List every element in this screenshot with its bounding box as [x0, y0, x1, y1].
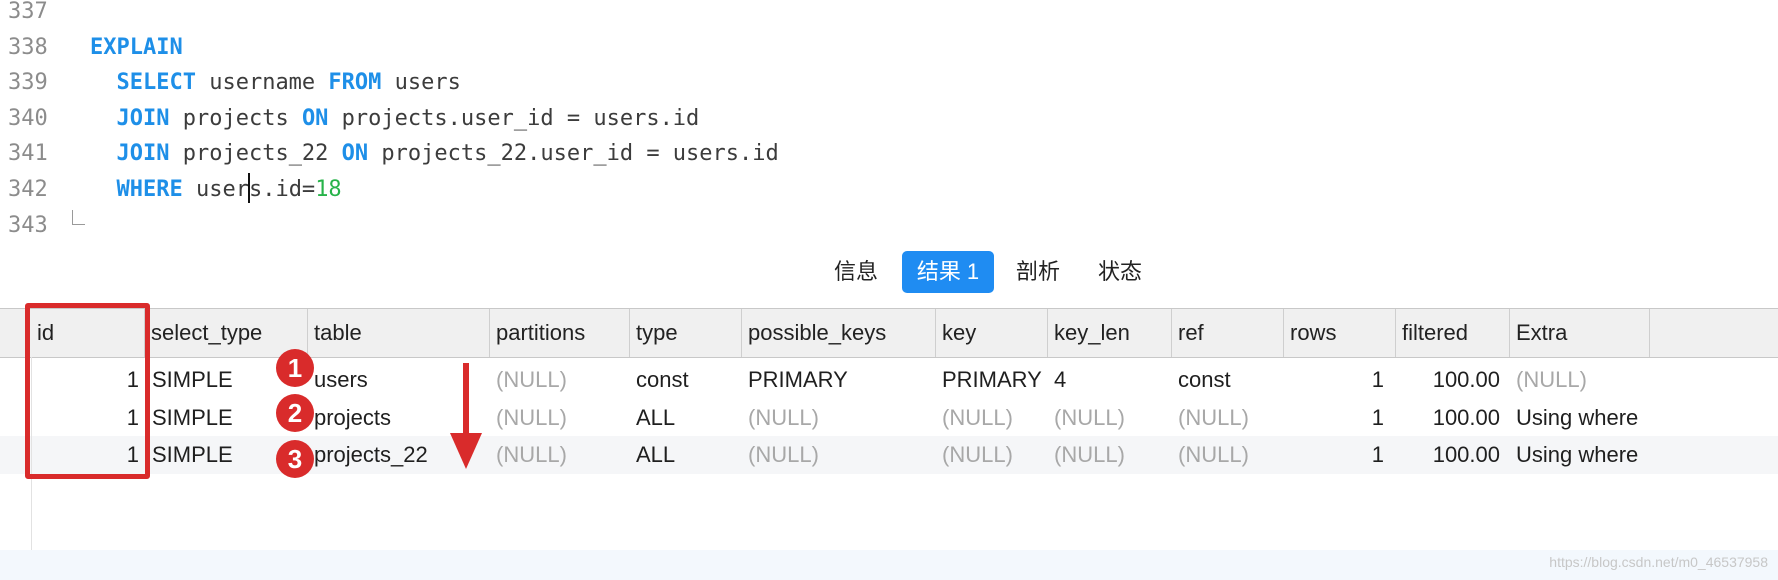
sql-text: projects_22.user_id = users.id — [368, 141, 779, 167]
code-line[interactable]: 342 WHERE users.id=18 — [0, 172, 1778, 208]
sql-keyword: WHERE — [90, 177, 183, 202]
sql-text: user — [182, 177, 249, 202]
down-arrow-icon — [450, 363, 482, 469]
cell-key[interactable]: PRIMARY — [942, 361, 1048, 399]
cell-filtered[interactable]: 100.00 — [1396, 436, 1500, 474]
column-header-rows[interactable]: rows — [1284, 309, 1396, 357]
line-number: 342 — [8, 177, 48, 202]
sql-text: users — [381, 70, 461, 96]
result-tabs: 信息 结果 1 剖析 状态 — [0, 239, 1778, 308]
table-row[interactable]: 1 SIMPLE projects (NULL) ALL (NULL) (NULL) (NUL… — [0, 399, 1778, 437]
sql-keyword: ON — [301, 105, 329, 131]
code-line[interactable]: 338 EXPLAIN — [0, 30, 1778, 66]
id-column-highlight — [25, 303, 150, 479]
column-header-key-len[interactable]: key_len — [1048, 309, 1172, 357]
code-line[interactable]: 340 JOIN projects ON projects.user_id = … — [0, 101, 1778, 137]
column-header-possible-keys[interactable]: possible_keys — [742, 309, 936, 357]
cell-type[interactable]: ALL — [636, 436, 742, 474]
code-text: EXPLAIN — [90, 30, 183, 66]
cell-partitions[interactable]: (NULL) — [496, 361, 630, 399]
code-line[interactable]: 339 SELECT username FROM users — [0, 65, 1778, 101]
annotation-badge-3: 3 — [276, 440, 314, 478]
fold-end-icon — [72, 210, 85, 225]
cell-possible-keys[interactable]: (NULL) — [748, 399, 936, 437]
annotation-badge-2: 2 — [276, 394, 314, 432]
column-header-key[interactable]: key — [936, 309, 1048, 357]
code-line[interactable]: 337 — [0, 0, 1778, 30]
cell-extra[interactable]: Using where — [1516, 399, 1756, 437]
cell-extra[interactable]: (NULL) — [1516, 361, 1756, 399]
cell-partitions[interactable]: (NULL) — [496, 436, 630, 474]
cell-possible-keys[interactable]: PRIMARY — [748, 361, 936, 399]
table-row[interactable]: 1 SIMPLE projects_22 (NULL) ALL (NULL) (NULL)(… — [0, 436, 1778, 474]
result-grid[interactable]: id select_type table partitions type possible… — [0, 308, 1778, 580]
column-header-table[interactable]: table — [308, 309, 490, 357]
cell-key-len[interactable]: (NULL) — [1054, 436, 1172, 474]
cell-type[interactable]: const — [636, 361, 742, 399]
sql-text: projects_22 — [169, 141, 342, 167]
empty-row — [0, 550, 1778, 580]
sql-keyword: SELECT — [90, 70, 196, 96]
sql-keyword: JOIN — [90, 141, 170, 167]
cell-partitions[interactable]: (NULL) — [496, 399, 630, 437]
cell-filtered[interactable]: 100.00 — [1396, 361, 1500, 399]
line-number: 338 — [8, 34, 48, 60]
cell-possible-keys[interactable]: (NULL) — [748, 436, 936, 474]
column-header-ref[interactable]: ref — [1172, 309, 1284, 357]
tab-status[interactable]: 状态 — [1088, 251, 1152, 293]
cell-extra[interactable]: Using where — [1516, 436, 1756, 474]
tab-info[interactable]: 信息 — [824, 251, 888, 293]
line-number: 340 — [8, 105, 48, 131]
sql-keyword: JOIN — [90, 105, 170, 131]
code-text: JOIN projects_22 ON projects_22.user_id … — [90, 136, 779, 172]
column-header-extra[interactable]: Extra — [1510, 309, 1650, 357]
line-number: 337 — [8, 0, 48, 24]
cell-key-len[interactable]: 4 — [1054, 361, 1172, 399]
column-header-select-type[interactable]: select_type — [145, 309, 308, 357]
table-row[interactable]: 1 SIMPLE users (NULL) const PRIMARY PRIMARY 4 co… — [0, 361, 1778, 399]
cell-key[interactable]: (NULL) — [942, 399, 1048, 437]
cell-rows[interactable]: 1 — [1284, 361, 1384, 399]
line-number: 339 — [8, 70, 48, 96]
annotation-badge-1: 1 — [276, 349, 314, 387]
cell-type[interactable]: ALL — [636, 399, 742, 437]
cell-rows[interactable]: 1 — [1284, 436, 1384, 474]
column-header-type[interactable]: type — [630, 309, 742, 357]
sql-text: projects.user_id = users.id — [328, 105, 700, 131]
tab-result-1[interactable]: 结果 1 — [902, 251, 994, 293]
cell-filtered[interactable]: 100.00 — [1396, 399, 1500, 437]
code-text: JOIN projects ON projects.user_id = user… — [90, 101, 699, 137]
sql-text: projects — [169, 105, 302, 131]
sql-text: username — [195, 70, 329, 96]
sql-keyword: ON — [341, 141, 369, 167]
sql-keyword: EXPLAIN — [90, 34, 183, 60]
code-line[interactable]: 341 JOIN projects_22 ON projects_22.user… — [0, 136, 1778, 172]
sql-number: 18 — [315, 177, 342, 202]
cell-key[interactable]: (NULL) — [942, 436, 1048, 474]
cell-key-len[interactable]: (NULL) — [1054, 399, 1172, 437]
watermark: https://blog.csdn.net/m0_46537958 — [1549, 554, 1768, 570]
column-header-partitions[interactable]: partitions — [490, 309, 630, 357]
cell-ref[interactable]: const — [1178, 361, 1284, 399]
code-text: SELECT username FROM users — [90, 65, 461, 101]
code-text: WHERE users.id=18 — [90, 172, 342, 208]
cell-ref[interactable]: (NULL) — [1178, 436, 1284, 474]
grid-header: id select_type table partitions type possible… — [0, 308, 1778, 358]
sql-text: s.id= — [248, 177, 316, 202]
tab-profile[interactable]: 剖析 — [1006, 251, 1070, 293]
sql-editor[interactable]: 337 338 EXPLAIN 339 SELECT username FROM us… — [0, 0, 1778, 240]
cell-ref[interactable]: (NULL) — [1178, 399, 1284, 437]
cell-rows[interactable]: 1 — [1284, 399, 1384, 437]
line-number: 341 — [8, 141, 48, 167]
sql-keyword: FROM — [328, 70, 382, 96]
column-header-filtered[interactable]: filtered — [1396, 309, 1510, 357]
